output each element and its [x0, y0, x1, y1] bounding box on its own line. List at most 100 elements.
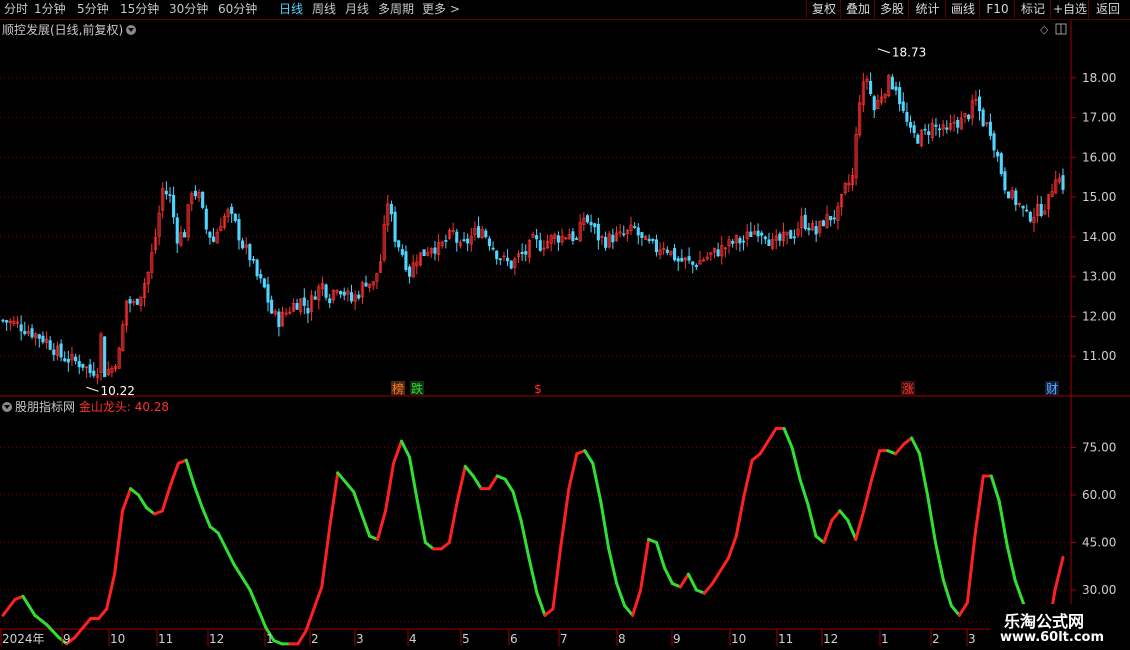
indicator-segment: [423, 541, 435, 551]
watermark-url: www.60lt.com: [1000, 630, 1105, 645]
indicator-segment: [910, 436, 922, 456]
candle-body: [680, 257, 684, 262]
candle-body: [77, 361, 81, 368]
candle-body: [832, 217, 836, 220]
candle-body: [1061, 175, 1065, 190]
price-tick-label: 11.00: [1082, 349, 1116, 363]
indicator-segment: [312, 585, 324, 611]
candle-body: [164, 190, 168, 195]
candle-body: [262, 278, 266, 288]
indicator-segment: [790, 446, 802, 481]
indicator-segment: [168, 461, 180, 487]
candle-body: [894, 86, 898, 91]
candle-body: [313, 296, 317, 300]
x-axis-label: 3: [968, 632, 976, 646]
candle-body: [1025, 209, 1029, 212]
candle-body: [23, 330, 27, 335]
candle-body: [901, 101, 905, 112]
indicator-segment: [678, 572, 690, 589]
indicator-segment: [144, 506, 156, 516]
indicator-segment: [1013, 579, 1025, 605]
watermark-title: 乐淘公式网: [1004, 612, 1085, 631]
candle-body: [506, 257, 510, 262]
indicator-segment: [551, 544, 563, 611]
indicator-segment: [559, 487, 571, 548]
indicator-segment: [45, 623, 61, 639]
indicator-segment: [439, 541, 451, 551]
x-axis-label: 9: [673, 632, 681, 646]
indicator-segment: [232, 563, 244, 579]
candle-body: [1039, 204, 1043, 216]
indicator-segment: [248, 588, 260, 611]
x-axis-label: 2: [311, 632, 319, 646]
candle-body: [821, 220, 825, 227]
price-tick-label: 18.00: [1082, 71, 1116, 85]
candle-body: [767, 239, 771, 247]
candle-body: [295, 303, 299, 310]
indicator-segment: [208, 525, 220, 535]
indicator-segment: [447, 499, 459, 544]
x-axis-label: 1: [266, 632, 274, 646]
indicator-segment: [870, 449, 882, 481]
candle-body: [233, 213, 237, 222]
kline-chart[interactable]: 18.00 17.00 16.00 15.00 14.00 13.00 12.00 11.00…: [0, 0, 1130, 650]
candle-body: [538, 240, 542, 251]
candle-body: [927, 131, 931, 135]
candle-body: [945, 127, 949, 130]
x-axis-label: 8: [618, 632, 626, 646]
candle-body: [342, 291, 346, 296]
candle-body: [495, 250, 499, 260]
candle-body: [1021, 205, 1025, 209]
candle-body: [41, 335, 45, 343]
indicator-segment: [33, 613, 49, 627]
candle-body: [204, 208, 208, 230]
candle-body: [172, 194, 176, 218]
candle-body: [59, 343, 63, 358]
x-axis-label: 3: [356, 632, 364, 646]
candle-body: [956, 119, 960, 128]
candle-body: [596, 223, 600, 241]
x-axis-label: 10: [110, 632, 125, 646]
event-marker: 财: [1046, 382, 1058, 396]
candle-body: [789, 230, 793, 239]
candle-body: [756, 230, 760, 237]
candle-body: [640, 232, 644, 238]
indicator-segment: [766, 427, 778, 443]
candle-body: [48, 340, 52, 350]
candle-body: [255, 259, 259, 277]
indicator-segment: [160, 484, 172, 513]
candle-body: [803, 214, 807, 230]
candle-body: [556, 235, 560, 243]
candle-body: [88, 364, 92, 374]
candle-body: [908, 122, 913, 128]
candle-body: [364, 282, 368, 287]
candle-body: [593, 223, 597, 228]
indicator-segment: [822, 518, 834, 544]
indicator-segment: [567, 452, 579, 491]
indicator-segment: [894, 442, 906, 456]
indicator-segment: [710, 569, 722, 586]
candle-body: [996, 151, 1000, 157]
x-axis-label: 12: [209, 632, 224, 646]
candle-body: [37, 334, 41, 339]
indicator-segment: [1, 598, 17, 617]
candle-body: [66, 358, 70, 363]
indicator-segment: [997, 499, 1009, 548]
indicator-segment: [216, 531, 228, 551]
indicator-segment: [399, 439, 411, 459]
candle-body: [433, 247, 437, 254]
indicator-segment: [503, 477, 515, 494]
indicator-segment: [631, 588, 643, 617]
candle-body: [741, 240, 746, 243]
candle-body: [760, 232, 764, 236]
x-axis-label: 2: [932, 632, 940, 646]
x-axis-label: 1: [881, 632, 889, 646]
candle-body: [999, 153, 1003, 175]
candle-body: [357, 294, 361, 299]
candle-body: [408, 266, 412, 277]
candle-body: [651, 238, 655, 241]
candle-body: [466, 238, 470, 244]
low-price-label: 10.22: [100, 384, 134, 398]
indicator-tick-label: 30.00: [1082, 583, 1116, 597]
candle-body: [241, 240, 245, 249]
